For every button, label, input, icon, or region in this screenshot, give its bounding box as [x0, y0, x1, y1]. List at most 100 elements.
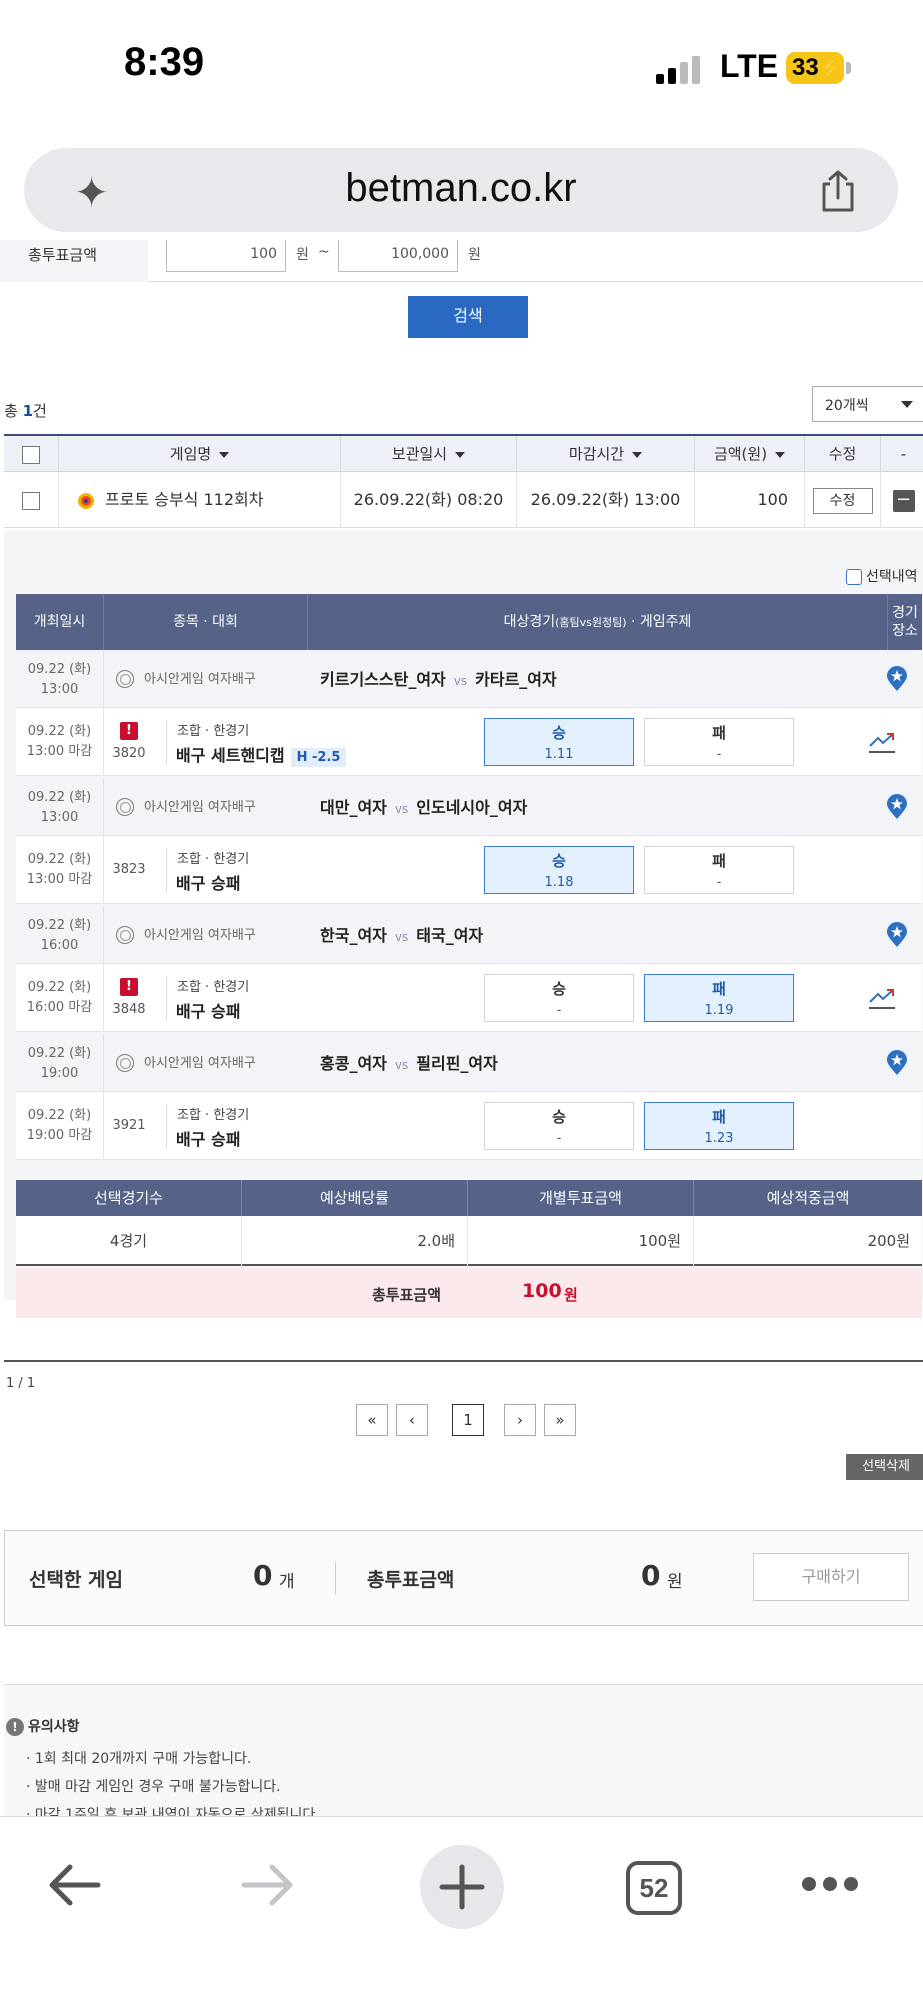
current-page[interactable]: 1 [452, 1404, 484, 1436]
delete-selected-button[interactable]: 선택삭제 [846, 1454, 923, 1480]
url-text[interactable]: betman.co.kr [24, 166, 898, 211]
per-page-select[interactable]: 20개씩 [812, 386, 923, 422]
search-button[interactable]: 검색 [408, 296, 528, 338]
page-content: 총투표금액 100 원 ~ 100,000 원 검색 총 1건 20개씩 게임명… [0, 240, 923, 1816]
lose-odds-button[interactable]: 패 1.19 [644, 974, 794, 1022]
game-name-text: 배구 세트핸디캡 [176, 746, 285, 765]
saved-list-row: 프로토 승부식 112회차 26.09.22(화) 08:20 26.09.22… [4, 472, 923, 528]
selection-checkbox[interactable] [846, 569, 862, 585]
last-page-button[interactable]: » [544, 1404, 576, 1436]
teams: 키르기스스탄_여자 vs 카타르_여자 [320, 666, 557, 690]
trend-chart-icon[interactable] [868, 986, 896, 1010]
min-amount-input[interactable]: 100 [166, 240, 286, 272]
tabs-button[interactable]: 52 [626, 1861, 682, 1915]
row-game: 프로토 승부식 112회차 [105, 490, 264, 509]
venue-line2: 장소 [892, 623, 918, 639]
match-date-time: 19:00 [40, 1066, 79, 1081]
row-amount: 100 [694, 472, 804, 528]
notice-item: · 발매 마감 게임인 경우 구매 불가능합니다. [26, 1779, 281, 1795]
network-type: LTE [720, 48, 779, 84]
league-name: 아시안게임 여자배구 [144, 1056, 256, 1071]
handicap-badge: H -2.5 [290, 748, 347, 767]
address-bar[interactable]: ✦ betman.co.kr [24, 148, 898, 232]
row-game-cell[interactable]: 프로토 승부식 112회차 [58, 472, 340, 528]
more-icon[interactable] [802, 1877, 858, 1895]
total-label: 총투표금액 [372, 1286, 442, 1304]
game-number: 3823 [112, 862, 146, 877]
max-unit: 원 [468, 247, 481, 263]
sort-icon [632, 451, 643, 458]
row-checkbox[interactable] [22, 491, 40, 510]
match-date-time: 16:00 [40, 938, 79, 953]
next-page-button[interactable]: › [504, 1404, 536, 1436]
collapse-button[interactable]: − [892, 489, 915, 512]
vs-label: vs [394, 1058, 409, 1072]
win-odds-button[interactable]: 승 1.18 [484, 846, 634, 894]
lose-odds-button[interactable]: 패 1.23 [644, 1102, 794, 1150]
chevron-down-icon [901, 401, 913, 408]
deadline-day: 09.22 (화) [27, 1108, 92, 1123]
lose-odds: 1.23 [704, 1131, 734, 1146]
col-remove: - [880, 436, 923, 472]
venue-line1: 경기 [892, 605, 918, 621]
venue-pin-icon[interactable] [886, 794, 908, 820]
win-odds-button[interactable]: 승- [484, 974, 634, 1022]
prev-page-button[interactable]: ‹ [396, 1404, 428, 1436]
lose-odds-button[interactable]: 패- [644, 718, 794, 766]
selection-toggle[interactable]: 선택내역 [846, 566, 918, 586]
forward-arrow-icon[interactable] [240, 1863, 296, 1907]
page-info: 1 / 1 [6, 1376, 36, 1391]
col-deadline[interactable]: 마감시간 [516, 436, 694, 472]
match-date: 09.22 (화) 13:00 [16, 778, 104, 835]
trend-chart-icon[interactable] [868, 730, 896, 754]
max-amount-input[interactable]: 100,000 [338, 240, 458, 272]
col-saved[interactable]: 보관일시 [340, 436, 516, 472]
col-amount-label: 금액(원) [713, 445, 768, 463]
match-date-day: 09.22 (화) [27, 1046, 92, 1061]
game-number: 3820 [112, 746, 146, 761]
lose-label: 패 [712, 724, 726, 742]
volleyball-icon [116, 798, 134, 816]
match-date: 09.22 (화) 13:00 [16, 650, 104, 707]
win-odds-button[interactable]: 승- [484, 1102, 634, 1150]
venue-pin-icon[interactable] [886, 1050, 908, 1076]
venue-pin-icon[interactable] [886, 922, 908, 948]
league-name: 아시안게임 여자배구 [144, 672, 256, 687]
match-date-day: 09.22 (화) [27, 790, 92, 805]
total-value: 100 [522, 1280, 562, 1302]
sum-col-count: 선택경기수 [16, 1180, 242, 1216]
match-info-row: 09.22 (화) 13:00 아시안게임 여자배구 키르기스스탄_여자 vs 카타르… [16, 650, 922, 708]
win-odds: - [556, 1003, 562, 1018]
col-match-sport: 종목 · 대회 [104, 594, 308, 650]
win-odds-button[interactable]: 승 1.11 [484, 718, 634, 766]
buy-button[interactable]: 구매하기 [753, 1553, 909, 1601]
game-name: 배구 승패 [176, 1002, 241, 1021]
share-icon[interactable] [818, 170, 858, 212]
back-arrow-icon[interactable] [46, 1863, 102, 1907]
row-saved: 26.09.22(화) 08:20 [340, 472, 516, 528]
home-team: 대만_여자 [320, 798, 387, 817]
result-count: 총 1건 [4, 400, 47, 421]
venue-pin-icon[interactable] [886, 666, 908, 692]
first-page-button[interactable]: « [356, 1404, 388, 1436]
summary-values: 4경기 2.0배 100원 200원 [16, 1216, 922, 1266]
battery-tip [846, 62, 851, 74]
new-tab-button[interactable] [420, 1845, 504, 1929]
info-icon: ! [6, 1718, 24, 1736]
game-number: 3921 [112, 1118, 146, 1133]
lose-odds-button[interactable]: 패- [644, 846, 794, 894]
result-number: 1 [22, 402, 34, 420]
status-bar: 8:39 LTE 33⚡ [0, 0, 923, 140]
notice-title: ! 유의사항 [6, 1716, 80, 1736]
edit-button[interactable]: 수정 [812, 487, 873, 514]
screen: 8:39 LTE 33⚡ ✦ betman.co.kr 총투표금액 100 원 … [0, 0, 923, 2000]
col-game[interactable]: 게임명 [58, 436, 340, 472]
match-date-time: 13:00 [40, 810, 79, 825]
browser-toolbar: 52 [0, 1816, 923, 2000]
match-info-row: 09.22 (화) 16:00 아시안게임 여자배구 한국_여자 vs 태국_여자 [16, 906, 922, 964]
selected-games-unit: 개 [279, 1572, 295, 1592]
total-unit: 원 [564, 1286, 578, 1304]
min-unit: 원 [296, 247, 309, 263]
col-amount[interactable]: 금액(원) [694, 436, 804, 472]
select-all-checkbox[interactable] [22, 445, 40, 464]
